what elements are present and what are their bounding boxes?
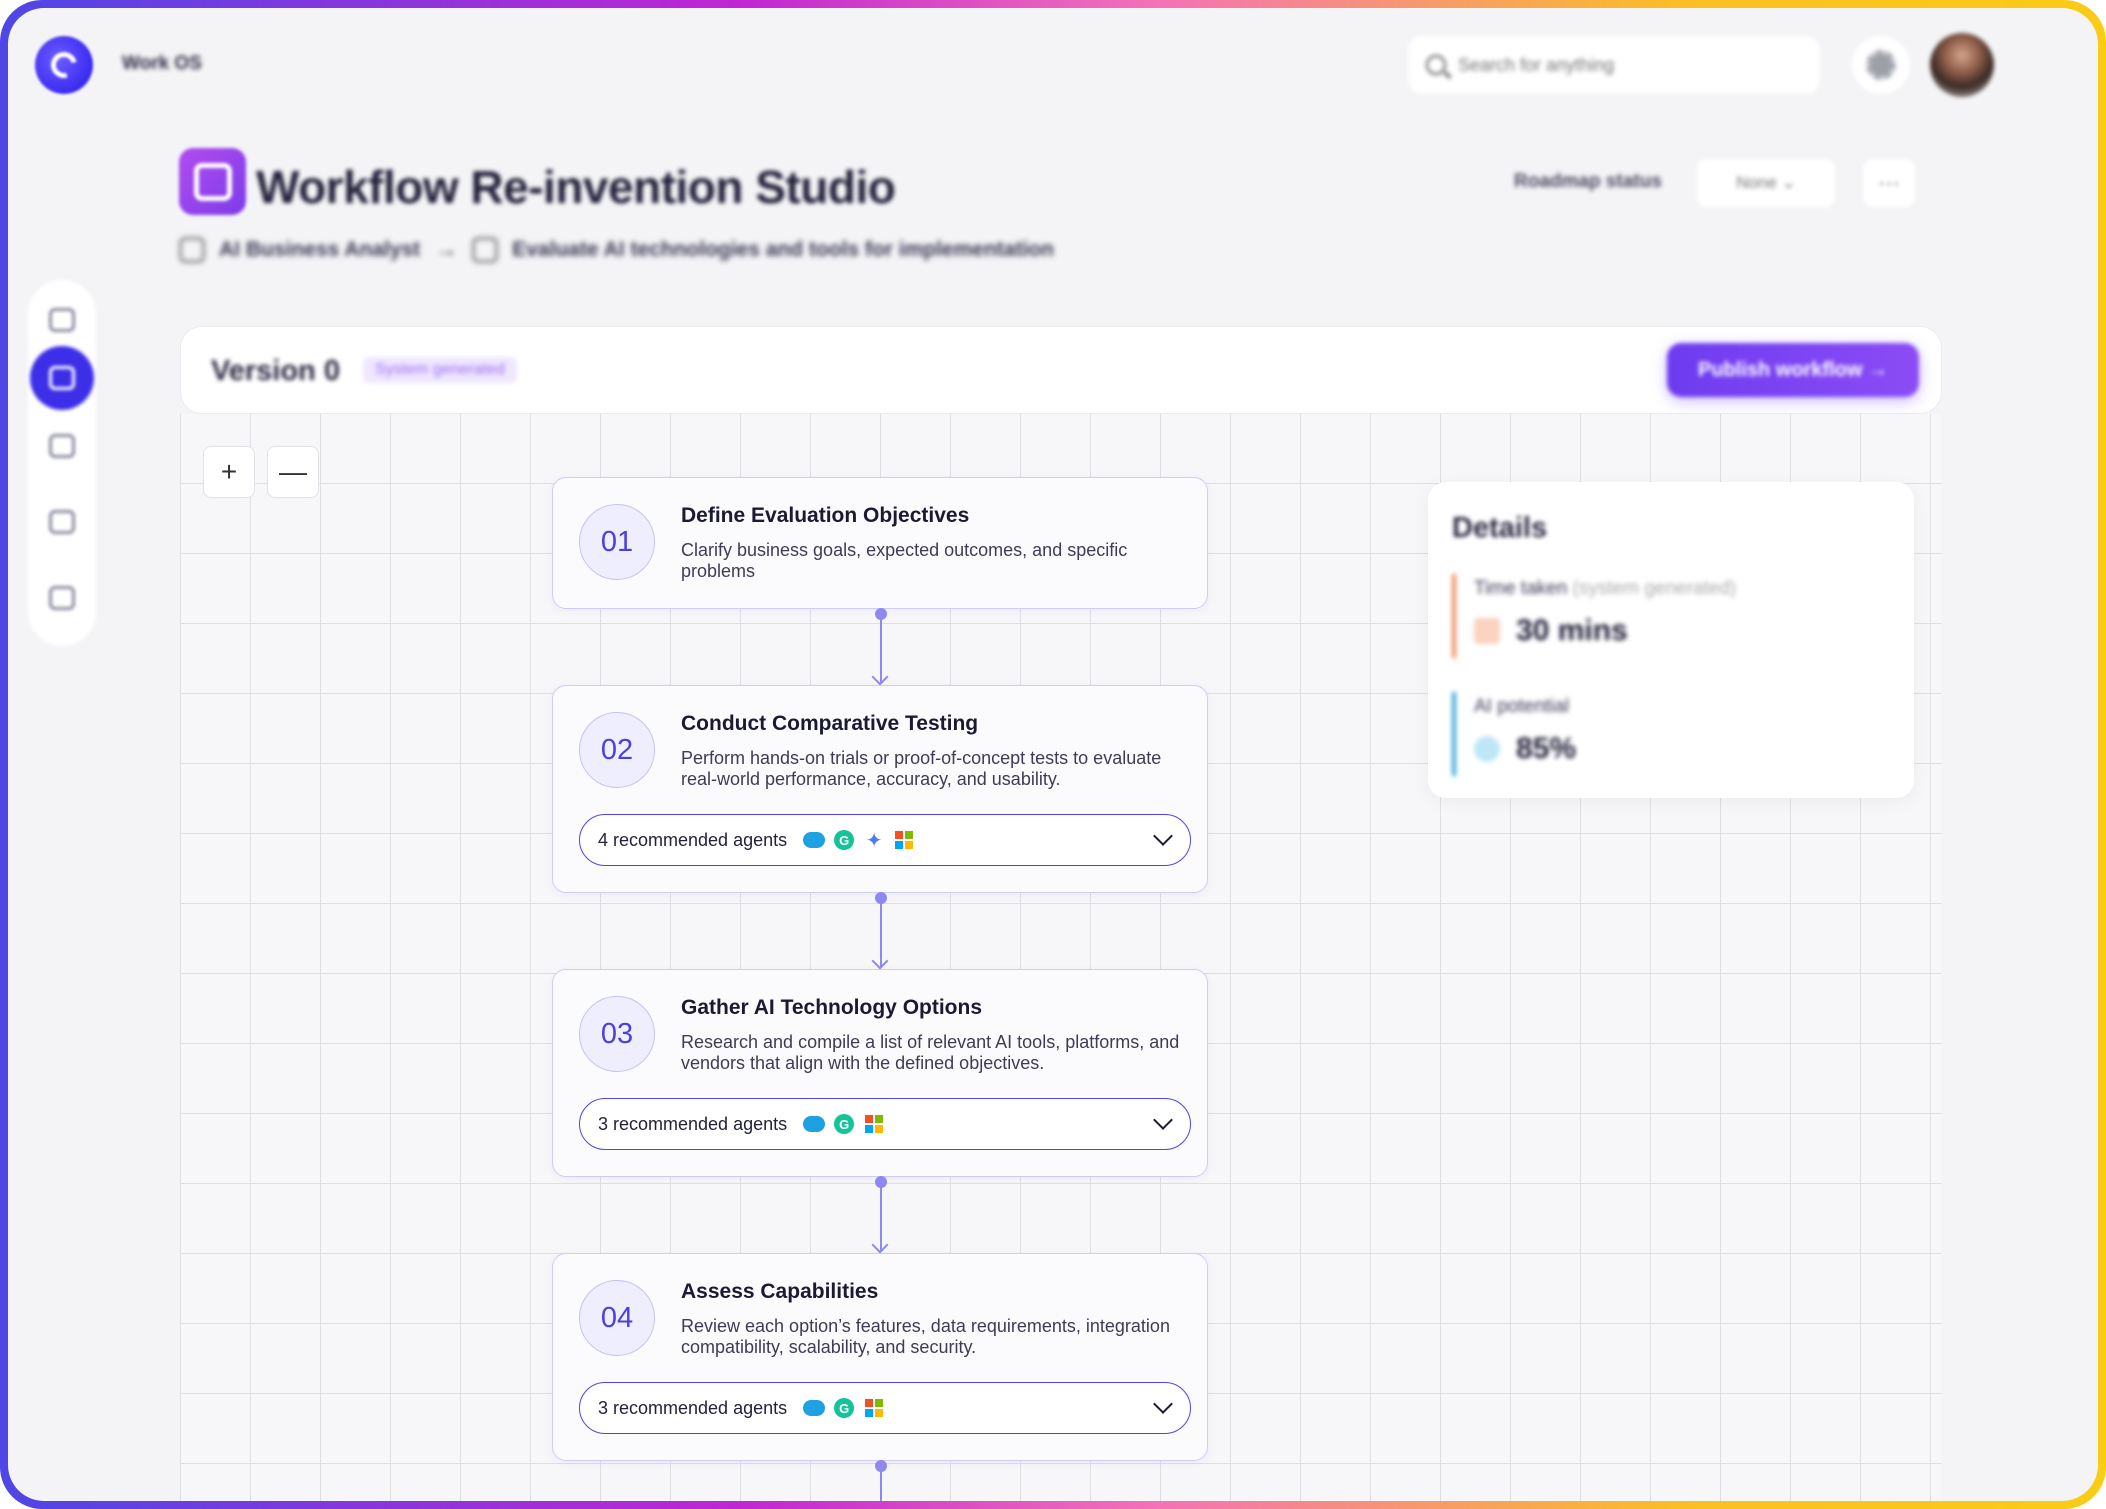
details-title: Details — [1452, 512, 1548, 544]
grammarly-icon: G — [833, 829, 855, 851]
microsoft-icon — [863, 1113, 885, 1135]
time-taken-note: (system generated) — [1572, 578, 1737, 599]
gear-icon — [1866, 50, 1896, 80]
salesforce-icon — [803, 1397, 826, 1419]
salesforce-icon — [803, 1113, 826, 1135]
settings-button[interactable] — [1852, 36, 1910, 94]
microsoft-icon — [863, 1397, 885, 1419]
workflow-step-1[interactable]: 01 Define Evaluation Objectives Clarify … — [552, 477, 1208, 609]
user-avatar[interactable] — [1930, 33, 1994, 97]
rail-people-icon[interactable] — [42, 426, 82, 466]
rail-share-icon[interactable] — [42, 578, 82, 618]
app-name: Work OS — [122, 53, 202, 74]
app-frame: Work OS Workflow Re-invention Studio AI … — [0, 0, 2106, 1509]
step-description: Perform hands-on trials or proof-of-conc… — [681, 748, 1162, 789]
chevron-down-icon — [1153, 1110, 1173, 1130]
step-number: 03 — [579, 996, 655, 1072]
details-panel: Details Time taken (system generated) 30… — [1428, 482, 1914, 798]
zoom-out-button[interactable]: — — [267, 446, 319, 498]
arrow-right-icon: → — [434, 236, 459, 263]
roadmap-status-select[interactable]: None ⌄ — [1697, 159, 1835, 207]
rail-chat-icon[interactable] — [42, 300, 82, 340]
version-label: Version 0 — [211, 355, 340, 387]
chevron-down-icon — [1153, 826, 1173, 846]
user-icon — [179, 237, 205, 263]
step-title: Define Evaluation Objectives — [681, 504, 970, 527]
workflow-step-3[interactable]: 03 Gather AI Technology Options Research… — [552, 969, 1208, 1177]
recommended-agents-dropdown[interactable]: 3 recommended agents G — [579, 1098, 1191, 1150]
hourglass-icon — [1474, 618, 1500, 644]
step-number: 04 — [579, 1280, 655, 1356]
time-taken-value: 30 mins — [1516, 614, 1628, 647]
recommended-agents-dropdown[interactable]: 4 recommended agents G ✦ — [579, 814, 1191, 866]
workflow-step-4[interactable]: 04 Assess Capabilities Review each optio… — [552, 1253, 1208, 1461]
time-taken-label: Time taken — [1474, 578, 1568, 599]
ai-potential-label: AI potential — [1474, 696, 1570, 717]
search-box[interactable] — [1407, 35, 1821, 95]
step-number: 01 — [579, 504, 655, 580]
step-connector — [875, 1460, 887, 1501]
step-number: 02 — [579, 712, 655, 788]
step-description: Review each option’s features, data requ… — [681, 1316, 1170, 1357]
publish-workflow-button[interactable]: Publish workflow → — [1667, 343, 1919, 397]
recommended-agents-label: 3 recommended agents — [598, 1397, 788, 1418]
app-window: Work OS Workflow Re-invention Studio AI … — [8, 8, 2098, 1501]
breadcrumb-role[interactable]: AI Business Analyst — [219, 238, 420, 262]
recommended-agents-label: 4 recommended agents — [598, 829, 788, 850]
version-badge: System generated — [363, 357, 517, 383]
step-connector — [871, 892, 889, 970]
workflow-step-2[interactable]: 02 Conduct Comparative Testing Perform h… — [552, 685, 1208, 893]
search-icon — [1426, 55, 1446, 75]
ai-potential-value: 85% — [1516, 732, 1577, 765]
breadcrumb: AI Business Analyst → Evaluate AI techno… — [179, 236, 1054, 264]
salesforce-icon — [803, 829, 826, 851]
pie-chart-icon — [1474, 736, 1500, 762]
step-title: Assess Capabilities — [681, 1280, 879, 1303]
studio-icon — [179, 148, 246, 215]
step-title: Gather AI Technology Options — [681, 996, 983, 1019]
rail-workflow-icon[interactable] — [30, 346, 94, 410]
sparkle-icon: ✦ — [865, 829, 883, 852]
chevron-down-icon — [1153, 1394, 1173, 1414]
zoom-in-button[interactable]: + — [203, 446, 255, 498]
version-bar: Version 0 System generated Publish workf… — [180, 326, 1942, 414]
breadcrumb-task[interactable]: Evaluate AI technologies and tools for i… — [512, 238, 1054, 262]
document-icon — [472, 237, 499, 263]
search-input[interactable] — [1458, 54, 1758, 76]
grammarly-icon: G — [833, 1397, 855, 1419]
recommended-agents-label: 3 recommended agents — [598, 1113, 788, 1134]
step-description: Research and compile a list of relevant … — [681, 1032, 1180, 1073]
app-logo-icon[interactable] — [35, 36, 93, 94]
step-connector — [871, 608, 889, 686]
roadmap-status-label: Roadmap status — [1514, 171, 1662, 192]
rail-document-icon[interactable] — [42, 502, 82, 542]
step-description: Clarify business goals, expected outcome… — [681, 540, 1128, 581]
left-rail — [28, 280, 96, 646]
microsoft-icon — [893, 829, 915, 851]
roadmap-status-value: None — [1736, 173, 1777, 192]
step-connector — [871, 1176, 889, 1254]
ai-potential-metric: AI potential 85% — [1452, 692, 1576, 776]
recommended-agents-dropdown[interactable]: 3 recommended agents G — [579, 1382, 1191, 1434]
page-title: Workflow Re-invention Studio — [256, 161, 896, 213]
step-title: Conduct Comparative Testing — [681, 712, 979, 735]
time-taken-metric: Time taken (system generated) 30 mins — [1452, 574, 1736, 658]
grammarly-icon: G — [833, 1113, 855, 1135]
more-options-button[interactable]: ··· — [1863, 159, 1915, 207]
